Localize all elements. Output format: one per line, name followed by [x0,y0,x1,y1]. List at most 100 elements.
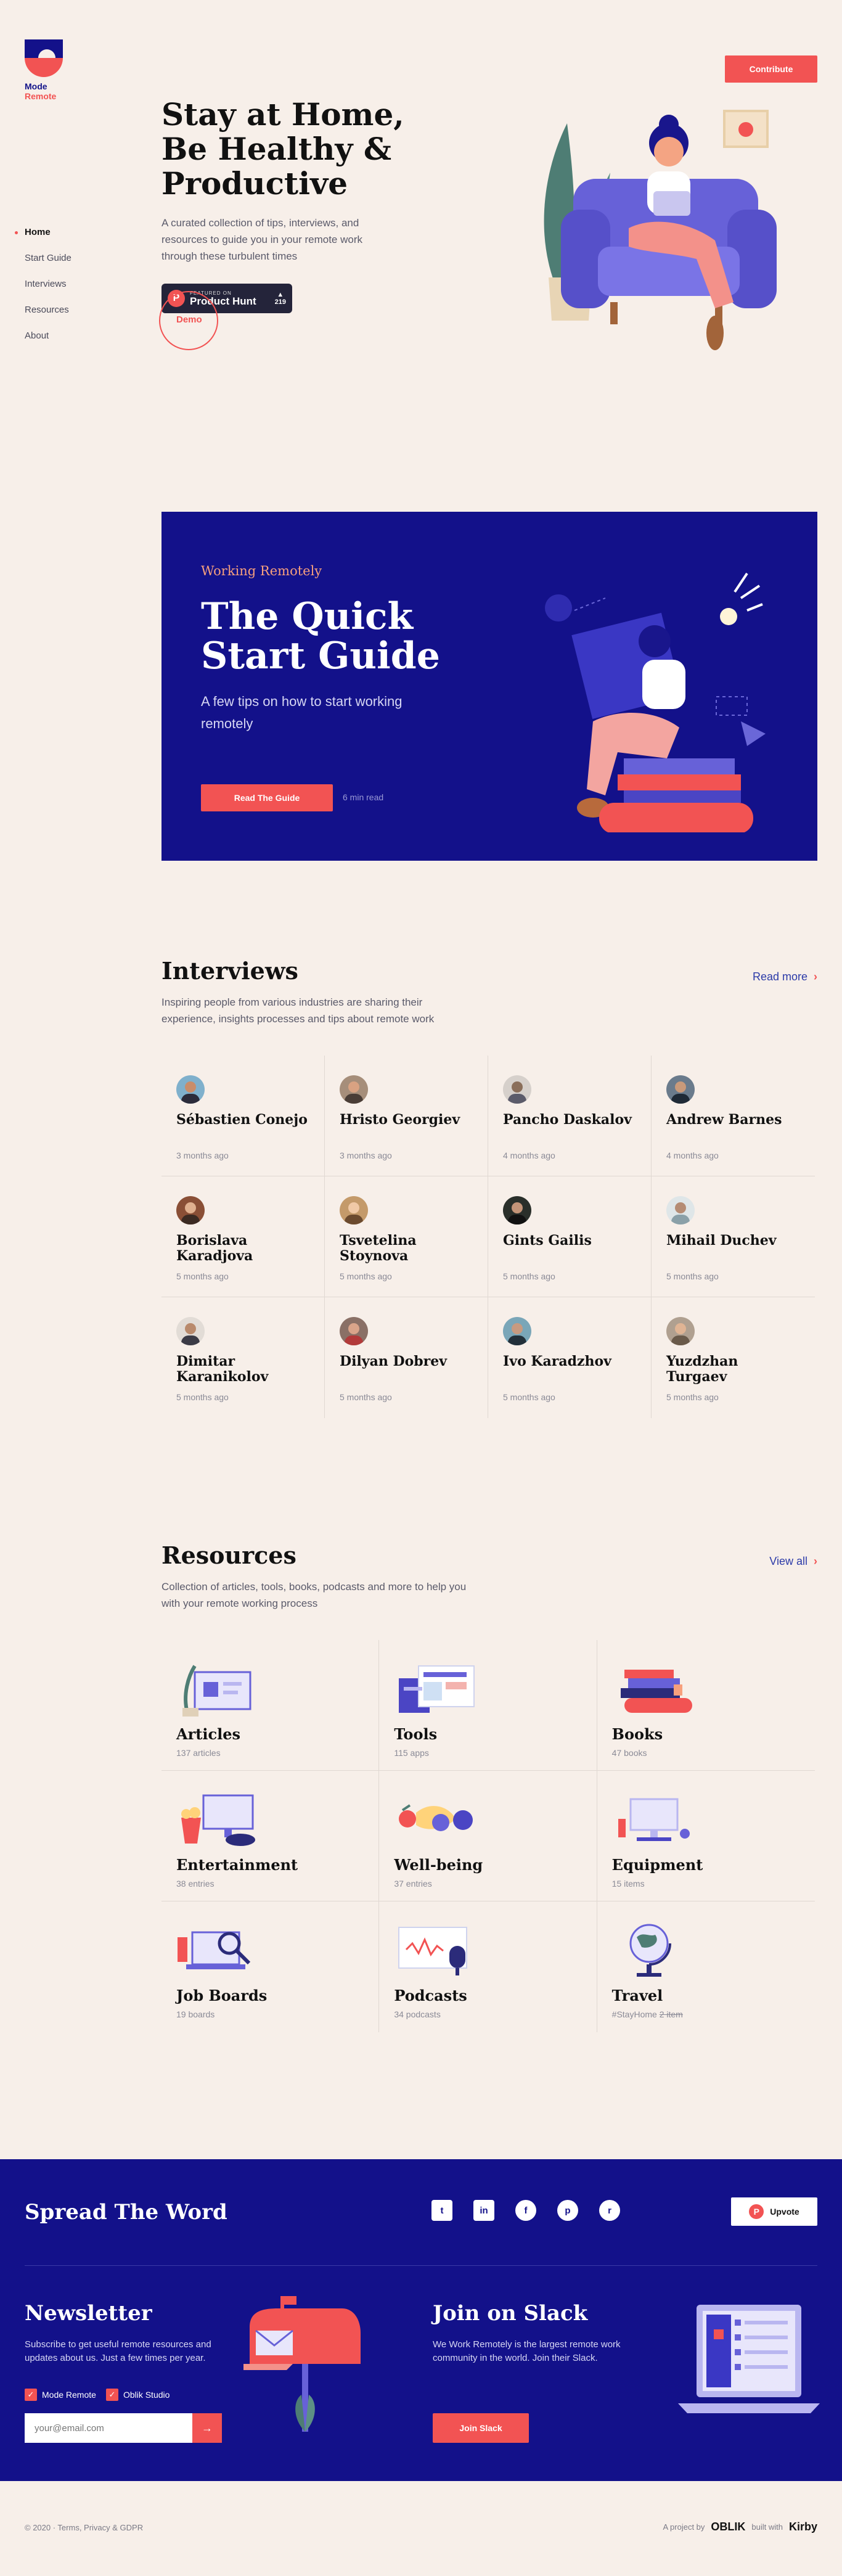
resource-name: Job Boards [176,1987,268,2004]
interview-name: Pancho Daskalov [503,1112,632,1128]
job-boards-icon [176,1919,263,1978]
interview-card[interactable]: Pancho Daskalov 4 months ago [488,1056,652,1176]
interview-card[interactable]: Tsvetelina Stoynova 5 months ago [325,1176,488,1297]
interview-time: 4 months ago [666,1151,719,1160]
check2-label: Oblik Studio [123,2390,170,2400]
resource-count: #StayHome 2 item [612,2009,800,2019]
resource-card-tools[interactable]: Tools 115 apps [379,1640,597,1771]
subscribe-arrow-button[interactable]: → [192,2413,222,2443]
footer-credit: A project by OBLIK built with Kirby [663,2521,817,2533]
interview-name: Gints Gailis [503,1233,592,1249]
entertainment-icon [176,1788,263,1847]
interview-time: 5 months ago [176,1392,229,1402]
nav-item-interviews[interactable]: Interviews [25,279,72,289]
kirby-logo[interactable]: Kirby [789,2521,817,2533]
social-links: t in f p r [431,2200,620,2221]
interview-time: 5 months ago [176,1271,229,1281]
avatar [176,1317,205,1345]
mode-remote-checkbox[interactable]: ✓ Mode Remote [25,2389,96,2401]
interview-time: 3 months ago [176,1151,229,1160]
resource-card-books[interactable]: Books 47 books [597,1640,815,1771]
resource-card-job-boards[interactable]: Job Boards 19 boards [161,1901,380,2032]
interview-time: 5 months ago [340,1271,392,1281]
resources-view-all-link[interactable]: View all › [769,1555,817,1568]
equipment-icon [612,1788,698,1847]
nav-item-resources[interactable]: Resources [25,305,72,315]
linkedin-icon[interactable]: in [473,2200,494,2221]
oblik-logo[interactable]: OBLIK [711,2521,745,2533]
logo-text: Mode Remote [25,81,63,101]
resource-card-podcasts[interactable]: Podcasts 34 podcasts [379,1901,597,2032]
interview-card[interactable]: Sébastien Conejo 3 months ago [161,1056,325,1176]
nav-item-start-guide[interactable]: Start Guide [25,253,72,263]
interviews-grid: Sébastien Conejo 3 months ago Hristo Geo… [161,1056,815,1418]
interview-card[interactable]: Andrew Barnes 4 months ago [652,1056,815,1176]
interview-card[interactable]: Dilyan Dobrev 5 months ago [325,1297,488,1418]
logo[interactable]: Mode Remote [25,39,63,101]
interview-name: Sébastien Conejo [176,1112,308,1128]
resource-card-travel[interactable]: Travel #StayHome 2 item [597,1901,815,2032]
guide-illustration [531,549,790,834]
newsletter-subtitle: Subscribe to get useful remote resources… [25,2339,211,2363]
resources-title: Resources [161,1541,296,1569]
resource-count: 38 entries [176,1879,215,1889]
resource-card-equipment[interactable]: Equipment 15 items [597,1771,815,1901]
resource-name: Equipment [611,1856,703,1874]
resource-name: Books [611,1725,663,1743]
resource-card-articles[interactable]: Articles 137 articles [161,1640,380,1771]
twitter-icon[interactable]: t [431,2200,452,2221]
interviews-read-more-link[interactable]: Read more › [753,970,817,983]
articles-icon [176,1657,263,1717]
upvote-label: Upvote [770,2207,799,2217]
interview-card[interactable]: Gints Gailis 5 months ago [488,1176,652,1297]
avatar [176,1075,205,1104]
facebook-icon[interactable]: f [515,2200,536,2221]
avatar [666,1075,695,1104]
oblik-studio-checkbox[interactable]: ✓ Oblik Studio [105,2389,170,2401]
reddit-icon[interactable]: r [599,2200,620,2221]
interview-card[interactable]: Yuzdzhan Turgaev 5 months ago [652,1297,815,1418]
slack-title: Join on Slack [433,2301,588,2326]
copyright-text: © 2020 · Terms, Privacy & GDPR [25,2523,144,2532]
interview-card[interactable]: Borislava Karadjova 5 months ago [161,1176,325,1297]
interview-name: Dilyan Dobrev [340,1353,447,1369]
footer-divider [25,2265,817,2266]
contribute-button[interactable]: Contribute [725,55,817,83]
resource-name: Well-being [394,1856,483,1874]
resource-name: Entertainment [176,1856,298,1874]
avatar [503,1075,531,1104]
laptop-illustration [678,2305,820,2428]
upvote-button[interactable]: P Upvote [731,2197,817,2226]
resource-count: 137 articles [176,1748,221,1758]
nav-item-about[interactable]: About [25,330,72,341]
interview-name: Mihail Duchev [666,1233,777,1249]
chevron-right-icon: › [814,1555,817,1567]
interview-card[interactable]: Ivo Karadzhov 5 months ago [488,1297,652,1418]
nav-item-home[interactable]: Home [15,227,72,237]
resource-card-well-being[interactable]: Well-being 37 entries [379,1771,597,1901]
side-nav: Home Start Guide Interviews Resources Ab… [15,227,72,356]
interviews-title: Interviews [161,957,298,985]
resource-name: Podcasts [394,1987,467,2004]
interview-time: 5 months ago [666,1271,719,1281]
pinterest-icon[interactable]: p [557,2200,578,2221]
email-input[interactable] [25,2413,192,2443]
interview-name: Hristo Georgiev [340,1112,460,1128]
logo-mark-icon [25,39,63,78]
interview-name: Borislava Karadjova [176,1233,253,1264]
wellbeing-icon [394,1788,480,1847]
interview-name: Tsvetelina Stoynova [340,1233,417,1264]
resource-card-entertainment[interactable]: Entertainment 38 entries [161,1771,380,1901]
ph-count-value: 219 [274,298,286,306]
demo-link[interactable]: Demo [159,291,218,350]
interview-name: Ivo Karadzhov [503,1353,611,1369]
join-slack-button[interactable]: Join Slack [433,2413,529,2443]
read-guide-button[interactable]: Read The Guide [201,784,333,811]
interview-card[interactable]: Mihail Duchev 5 months ago [652,1176,815,1297]
check-icon: ✓ [105,2389,118,2401]
hero-title: Stay at Home, Be Healthy & Productive [161,96,404,202]
interview-card[interactable]: Hristo Georgiev 3 months ago [325,1056,488,1176]
interview-card[interactable]: Dimitar Karanikolov 5 months ago [161,1297,325,1418]
logo-line2: Remote [25,91,57,101]
interview-time: 5 months ago [503,1392,555,1402]
